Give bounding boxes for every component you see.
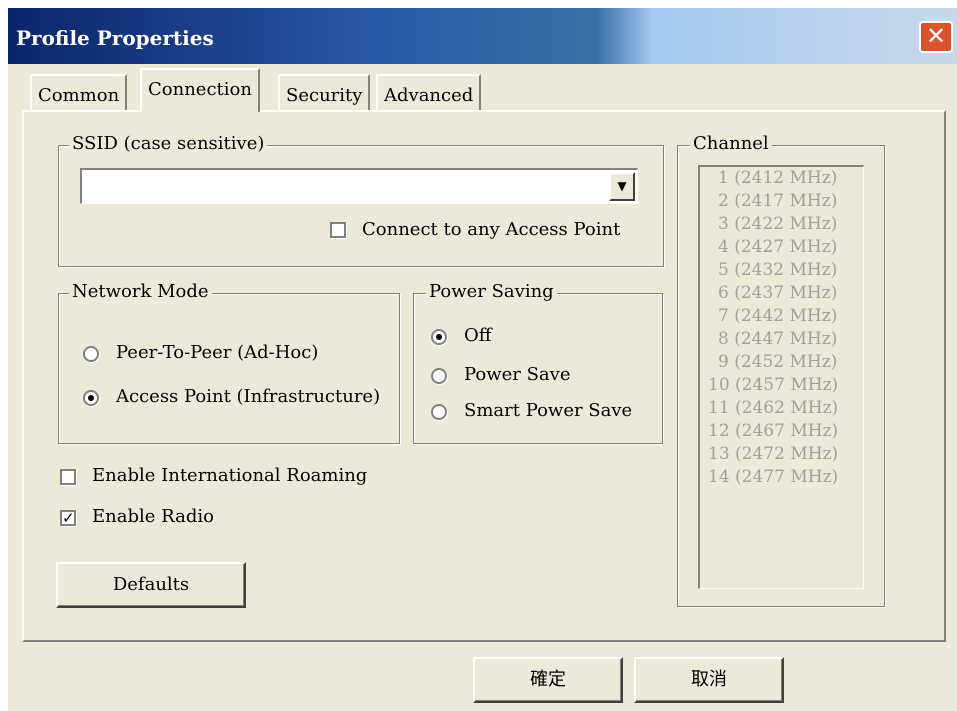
enable-radio-label[interactable]: Enable Radio (92, 506, 214, 527)
ssid-combobox[interactable]: ▼ (80, 168, 638, 204)
ssid-group-legend: SSID (case sensitive) (69, 133, 268, 154)
channel-item: 10 (2457 MHz) (708, 375, 839, 395)
tab-advanced-label: Advanced (384, 85, 474, 106)
smart-power-save-label[interactable]: Smart Power Save (464, 400, 632, 421)
close-button[interactable]: ✕ (919, 21, 953, 53)
channel-item: 8 (2447 MHz) (718, 329, 838, 349)
ssid-group: SSID (case sensitive) (58, 133, 664, 267)
roaming-label[interactable]: Enable International Roaming (92, 465, 367, 486)
power-save-label[interactable]: Power Save (464, 364, 571, 385)
access-point-radio[interactable] (83, 390, 99, 406)
roaming-checkbox[interactable] (60, 469, 76, 485)
channel-legend: Channel (690, 133, 772, 154)
chevron-down-icon: ▼ (617, 179, 627, 193)
tab-security[interactable]: Security (278, 74, 371, 110)
peer-to-peer-radio[interactable] (83, 346, 99, 362)
tab-advanced[interactable]: Advanced (376, 74, 482, 110)
ssid-dropdown-button[interactable]: ▼ (609, 172, 635, 201)
tab-connection-label: Connection (148, 79, 252, 100)
tab-security-label: Security (286, 85, 363, 106)
network-mode-group: Network Mode (58, 281, 400, 444)
cancel-button-label: 取消 (691, 669, 727, 690)
channel-item: 7 (2442 MHz) (718, 306, 838, 326)
power-saving-legend: Power Saving (426, 281, 557, 302)
smart-power-save-radio[interactable] (431, 404, 447, 420)
channel-listbox[interactable]: 1 (2412 MHz) 2 (2417 MHz) 3 (2422 MHz) 4… (698, 165, 864, 589)
channel-item: 14 (2477 MHz) (708, 467, 839, 487)
connect-any-checkbox[interactable] (330, 222, 346, 238)
close-icon: ✕ (925, 22, 947, 50)
channel-item: 12 (2467 MHz) (708, 421, 839, 441)
power-off-label[interactable]: Off (464, 325, 492, 346)
peer-to-peer-label[interactable]: Peer-To-Peer (Ad-Hoc) (116, 342, 318, 363)
ok-button[interactable]: 確定 (473, 657, 623, 703)
channel-item: 1 (2412 MHz) (718, 168, 838, 188)
access-point-label[interactable]: Access Point (Infrastructure) (116, 386, 380, 407)
channel-item: 3 (2422 MHz) (718, 214, 838, 234)
checkmark-icon: ✓ (62, 509, 75, 527)
ok-button-label: 確定 (530, 669, 566, 690)
channel-item: 6 (2437 MHz) (718, 283, 838, 303)
defaults-button-label: Defaults (112, 574, 190, 595)
network-mode-legend: Network Mode (69, 281, 212, 302)
channel-item: 4 (2427 MHz) (718, 237, 838, 257)
channel-item: 2 (2417 MHz) (718, 191, 838, 211)
connect-any-label[interactable]: Connect to any Access Point (362, 219, 620, 240)
enable-radio-checkbox[interactable]: ✓ (60, 510, 76, 526)
channel-item: 13 (2472 MHz) (708, 444, 839, 464)
tab-common-label: Common (38, 85, 120, 106)
channel-item: 11 (2462 MHz) (708, 398, 839, 418)
cancel-button[interactable]: 取消 (634, 657, 784, 703)
tab-common[interactable]: Common (30, 74, 128, 110)
power-save-radio[interactable] (431, 368, 447, 384)
power-off-radio[interactable] (431, 329, 447, 345)
defaults-button[interactable]: Defaults (56, 562, 246, 608)
tab-connection[interactable]: Connection (140, 68, 260, 112)
title-bar[interactable]: Profile Properties ✕ (8, 8, 957, 64)
window-title: Profile Properties (16, 26, 214, 50)
channel-item: 5 (2432 MHz) (718, 260, 838, 280)
channel-item: 9 (2452 MHz) (718, 352, 838, 372)
